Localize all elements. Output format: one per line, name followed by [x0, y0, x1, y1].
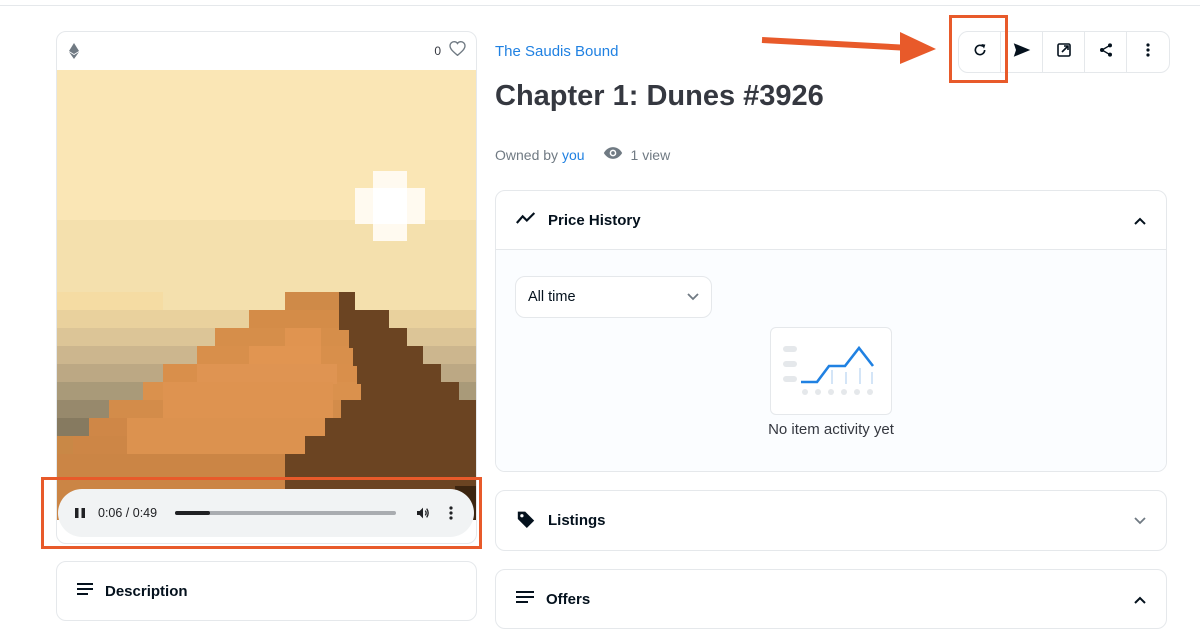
annotation-arrow: [761, 32, 936, 64]
listings-label: Listings: [548, 512, 606, 529]
top-divider: [0, 0, 1200, 6]
chevron-up-icon[interactable]: [1134, 591, 1146, 608]
price-history-body: All time No item activity yet: [496, 249, 1166, 471]
price-history-label: Price History: [548, 211, 641, 229]
views-label: 1 view: [630, 146, 671, 163]
list-icon: [77, 582, 93, 600]
annotation-box-refresh: [949, 15, 1008, 83]
send-icon: [1013, 42, 1031, 63]
list-icon: [516, 590, 534, 608]
offers-header[interactable]: Offers: [496, 570, 1166, 628]
time-range-select[interactable]: All time: [515, 276, 712, 318]
listings-panel[interactable]: Listings: [495, 490, 1167, 551]
favorite-count: 0: [434, 44, 441, 58]
empty-chart-illustration: [770, 327, 892, 415]
share-icon: [1098, 42, 1114, 63]
listings-header[interactable]: Listings: [496, 491, 1166, 550]
external-link-icon: [1056, 42, 1072, 63]
price-history-panel: Price History All time No item activity …: [495, 190, 1167, 472]
chevron-down-icon: [687, 289, 699, 305]
owner-text: Owned by you: [495, 147, 585, 163]
open-external-button[interactable]: [1043, 32, 1085, 72]
item-title: Chapter 1: Dunes #3926: [495, 80, 824, 112]
annotation-box-player: [41, 477, 482, 549]
collection-link[interactable]: The Saudis Bound: [495, 43, 618, 60]
share-button[interactable]: [1085, 32, 1127, 72]
price-history-header[interactable]: Price History: [496, 191, 1166, 249]
ethereum-icon: [67, 42, 81, 60]
empty-activity-text: No item activity yet: [768, 421, 894, 438]
offers-panel[interactable]: Offers: [495, 569, 1167, 629]
owned-by-label: Owned by: [495, 146, 559, 163]
media-card: 0: [56, 31, 477, 544]
media-header: 0: [57, 32, 476, 70]
more-vertical-icon: [1146, 42, 1150, 62]
favorite-area[interactable]: 0: [434, 40, 466, 61]
offers-label: Offers: [546, 590, 591, 608]
heart-icon[interactable]: [449, 40, 466, 61]
chevron-up-icon[interactable]: [1134, 212, 1146, 229]
tag-icon: [516, 510, 536, 532]
ownership-line: Owned by you 1 view: [495, 146, 670, 163]
owner-link[interactable]: you: [562, 147, 585, 163]
trend-icon: [516, 211, 536, 229]
chevron-down-icon[interactable]: [1134, 512, 1146, 529]
views-count: 1 view: [603, 146, 671, 163]
description-panel[interactable]: Description: [56, 561, 477, 621]
artwork-image: [57, 70, 476, 520]
description-label: Description: [105, 582, 188, 600]
time-range-value: All time: [528, 289, 576, 305]
eye-icon: [603, 146, 623, 163]
more-options-button[interactable]: [1127, 32, 1169, 72]
